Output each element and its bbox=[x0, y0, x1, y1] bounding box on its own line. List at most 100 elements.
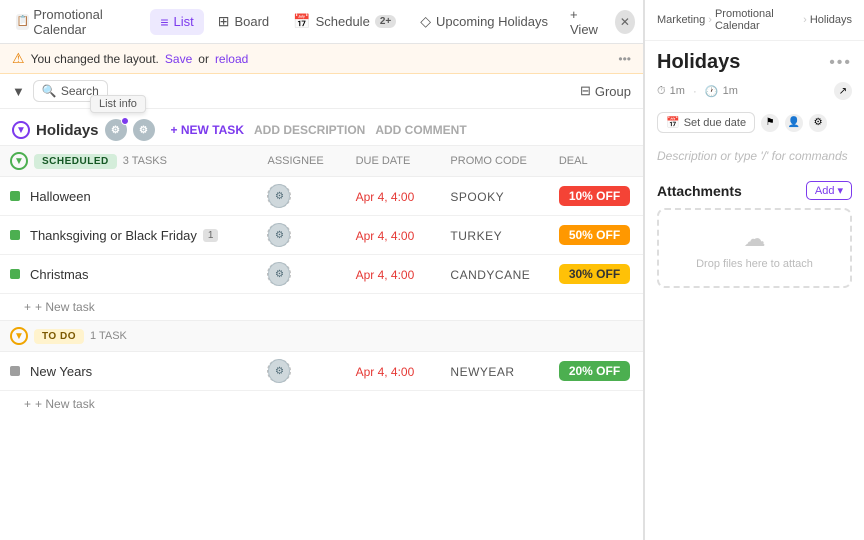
close-button[interactable]: ✕ bbox=[615, 10, 635, 34]
task-promo-code: CANDYCANE bbox=[440, 255, 548, 294]
share-icon[interactable]: ↗ bbox=[834, 82, 852, 100]
panel-actions: 📅 Set due date ⚑ 👤 ⚙ bbox=[645, 108, 864, 141]
meta-sep: · bbox=[693, 84, 697, 98]
add-assignee-icon[interactable]: ⚙ bbox=[267, 262, 291, 286]
deal-badge: 30% OFF bbox=[559, 264, 630, 284]
deal-badge: 50% OFF bbox=[559, 225, 630, 245]
table-row: Thanksgiving or Black Friday 1 ⚙ Apr 4, … bbox=[0, 216, 643, 255]
new-task-row-scheduled[interactable]: + + New task bbox=[0, 294, 643, 320]
add-view-label: + View bbox=[570, 7, 603, 37]
drop-zone: ☁ Drop files here to attach bbox=[657, 208, 852, 288]
task-assignee[interactable]: ⚙ bbox=[257, 177, 345, 216]
list-tab-icon: ≡ bbox=[160, 14, 168, 30]
new-task-label: + New task bbox=[35, 300, 95, 314]
breadcrumb-holidays: Holidays bbox=[810, 14, 852, 26]
group-holidays-header: ▼ Holidays ⚙ ⚙ + NEW TASK ADD DESCRIPTIO… bbox=[0, 109, 643, 145]
tab-board-label: Board bbox=[234, 14, 269, 29]
add-comment-btn[interactable]: ADD COMMENT bbox=[375, 123, 466, 137]
breadcrumb-promo-cal: Promotional Calendar bbox=[715, 8, 800, 32]
task-name[interactable]: Christmas bbox=[30, 267, 89, 282]
expand-icon[interactable]: ▼ bbox=[12, 121, 30, 139]
new-task-row-todo[interactable]: + + New task bbox=[0, 391, 643, 417]
task-assignee[interactable]: ⚙ bbox=[257, 255, 345, 294]
attachments-header: Attachments Add ▾ bbox=[657, 181, 852, 200]
task-due-date: Apr 4, 4:00 bbox=[346, 216, 441, 255]
panel-title-row: Holidays ••• bbox=[645, 41, 864, 78]
task-assignee[interactable]: ⚙ bbox=[257, 216, 345, 255]
task-due-date: Apr 4, 4:00 bbox=[346, 177, 441, 216]
filter-button[interactable]: ▼ bbox=[12, 84, 25, 99]
meta-val-2: 1m bbox=[723, 85, 738, 97]
panel-description[interactable]: Description or type '/' for commands bbox=[645, 141, 864, 171]
panel-meta: ⏱ 1m · 🕐 1m ↗ bbox=[645, 78, 864, 108]
close-icon: ✕ bbox=[620, 15, 630, 29]
tab-upcoming-label: Upcoming Holidays bbox=[436, 14, 548, 29]
add-assignee-icon[interactable]: ⚙ bbox=[267, 223, 291, 247]
task-name-cell: Halloween bbox=[0, 177, 257, 216]
deal-badge: 10% OFF bbox=[559, 186, 630, 206]
new-task-plus-icon-todo: + bbox=[24, 397, 31, 411]
meta-time-1: ⏱ 1m bbox=[657, 85, 685, 98]
breadcrumb: Marketing › Promotional Calendar › Holid… bbox=[645, 0, 864, 41]
group-icon: ⊟ bbox=[580, 83, 591, 99]
assignee-avatar: ⚙ bbox=[268, 262, 290, 286]
warning-icon: ⚠ bbox=[12, 50, 25, 67]
time-icon-2: 🕐 bbox=[705, 85, 719, 98]
notification-bar: ⚠ You changed the layout. Save or reload… bbox=[0, 44, 643, 74]
add-view-button[interactable]: + View bbox=[562, 2, 611, 42]
tab-schedule[interactable]: 📅 Schedule 2+ bbox=[283, 8, 406, 35]
scheduled-expand-icon[interactable]: ▼ bbox=[10, 152, 28, 170]
task-status-dot bbox=[10, 230, 20, 240]
task-assignee[interactable]: ⚙ bbox=[257, 352, 345, 391]
settings-icon[interactable]: ⚙ bbox=[809, 114, 827, 132]
add-label: Add bbox=[815, 185, 835, 197]
add-assignee-icon[interactable]: ⚙ bbox=[267, 359, 291, 383]
add-desc-btn[interactable]: ADD DESCRIPTION bbox=[254, 123, 365, 137]
reload-link[interactable]: reload bbox=[215, 52, 248, 66]
side-panel: Marketing › Promotional Calendar › Holid… bbox=[644, 0, 864, 540]
tab-schedule-label: Schedule bbox=[316, 14, 370, 29]
new-task-plus-icon: + bbox=[24, 300, 31, 314]
tab-upcoming[interactable]: ◇ Upcoming Holidays bbox=[410, 8, 558, 35]
add-assignee-icon[interactable]: ⚙ bbox=[267, 184, 291, 208]
col-header-deal-todo bbox=[549, 321, 643, 352]
task-name[interactable]: Halloween bbox=[30, 189, 91, 204]
panel-more-button[interactable]: ••• bbox=[829, 54, 852, 72]
col-header-task: ▼ SCHEDULED 3 TASKS bbox=[0, 146, 257, 177]
time-icon-1: ⏱ bbox=[657, 85, 666, 98]
col-header-due-todo bbox=[346, 321, 441, 352]
assignee-avatar: ⚙ bbox=[268, 184, 290, 208]
breadcrumb-sep-1: › bbox=[708, 14, 712, 26]
tab-list[interactable]: ≡ List bbox=[150, 9, 203, 35]
task-due-date: Apr 4, 4:00 bbox=[346, 352, 441, 391]
group-button[interactable]: ⊟ Group bbox=[580, 83, 631, 99]
new-task-btn[interactable]: + NEW TASK bbox=[171, 123, 244, 137]
notif-more-icon[interactable]: ••• bbox=[618, 52, 631, 66]
new-task-label-todo: + New task bbox=[35, 397, 95, 411]
upload-cloud-icon: ☁ bbox=[744, 226, 766, 252]
scheduled-badge: SCHEDULED bbox=[34, 154, 117, 169]
settings-avatar[interactable]: ⚙ bbox=[133, 119, 155, 141]
top-nav: 📋 Promotional Calendar ≡ List ⊞ Board 📅 … bbox=[0, 0, 643, 44]
todo-count: 1 TASK bbox=[90, 330, 127, 342]
task-name[interactable]: New Years bbox=[30, 364, 92, 379]
scheduled-count: 3 TASKS bbox=[123, 155, 167, 167]
col-header-deal: DEAL bbox=[549, 146, 643, 177]
content-area: ▼ Holidays ⚙ ⚙ + NEW TASK ADD DESCRIPTIO… bbox=[0, 109, 643, 540]
group-holidays-label: Holidays bbox=[36, 122, 99, 139]
save-link[interactable]: Save bbox=[165, 52, 192, 66]
tab-list-label: List bbox=[173, 14, 193, 29]
task-name-cell: Christmas bbox=[0, 255, 257, 294]
task-name[interactable]: Thanksgiving or Black Friday bbox=[30, 228, 197, 243]
add-attachment-button[interactable]: Add ▾ bbox=[806, 181, 852, 200]
task-subtask-badge: 1 bbox=[203, 229, 219, 242]
schedule-tab-icon: 📅 bbox=[293, 13, 310, 30]
set-due-date-button[interactable]: 📅 Set due date bbox=[657, 112, 755, 133]
schedule-badge: 2+ bbox=[375, 15, 396, 28]
tab-board[interactable]: ⊞ Board bbox=[208, 8, 279, 35]
set-due-date-label: Set due date bbox=[684, 117, 746, 129]
todo-expand-icon[interactable]: ▼ bbox=[10, 327, 28, 345]
flag-icon[interactable]: ⚑ bbox=[761, 114, 779, 132]
col-header-todo: ▼ TO DO 1 TASK bbox=[0, 321, 257, 352]
user-assign-icon[interactable]: 👤 bbox=[785, 114, 803, 132]
